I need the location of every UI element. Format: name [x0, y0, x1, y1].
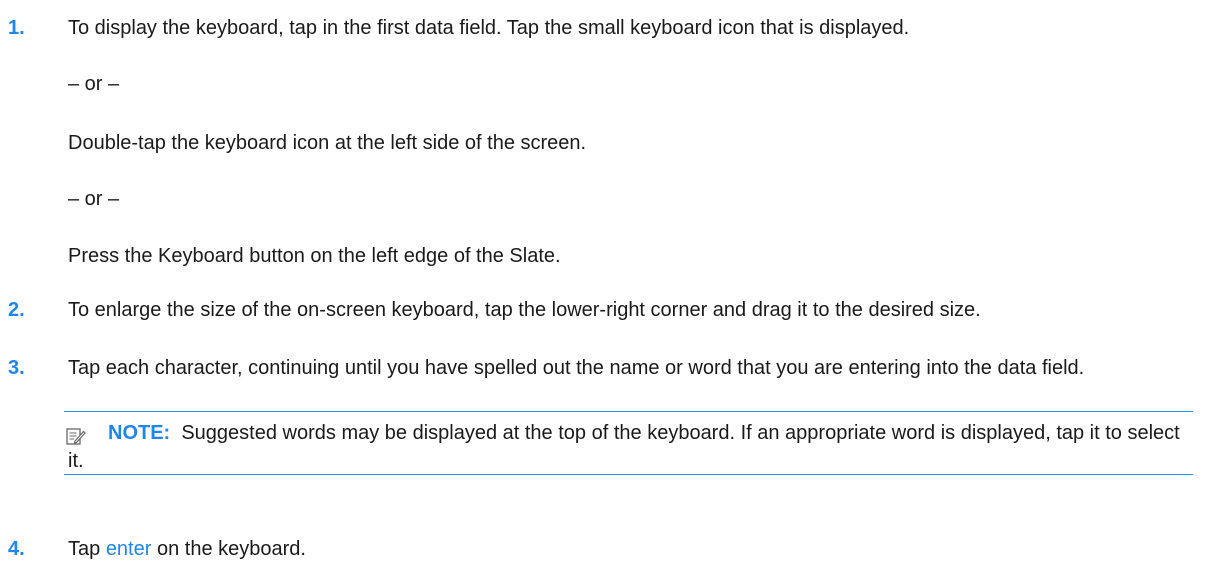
step-alternative-text: Press the Keyboard button on the left ed… [68, 245, 561, 267]
step-text-after: on the keyboard. [156, 538, 306, 560]
step-text: Tap enter on the keyboard. [68, 535, 1193, 563]
note-bottom-rule [64, 474, 1193, 475]
step-text: To display the keyboard, tap in the firs… [68, 17, 910, 39]
document-page: 1. To display the keyboard, tap in the f… [0, 0, 1207, 578]
step-number: 1. [8, 17, 25, 39]
step-number: 4. [8, 538, 25, 560]
step-number: 2. [8, 299, 25, 321]
or-separator: – or – [68, 188, 120, 210]
enter-link[interactable]: enter [106, 538, 152, 560]
note-body: NOTE: Suggested words may be displayed a… [68, 419, 1193, 475]
note-top-rule [64, 411, 1193, 412]
note-label: NOTE: [108, 422, 171, 444]
step-alternative-text: Double-tap the keyboard icon at the left… [68, 132, 587, 154]
or-separator: – or – [68, 73, 120, 95]
step-number: 3. [8, 357, 25, 379]
step-text-before: Tap [68, 538, 101, 560]
step-text: To enlarge the size of the on-screen key… [68, 299, 981, 321]
step-text: Tap each character, continuing until you… [68, 357, 1085, 379]
note-text: Suggested words may be displayed at the … [68, 422, 1180, 472]
